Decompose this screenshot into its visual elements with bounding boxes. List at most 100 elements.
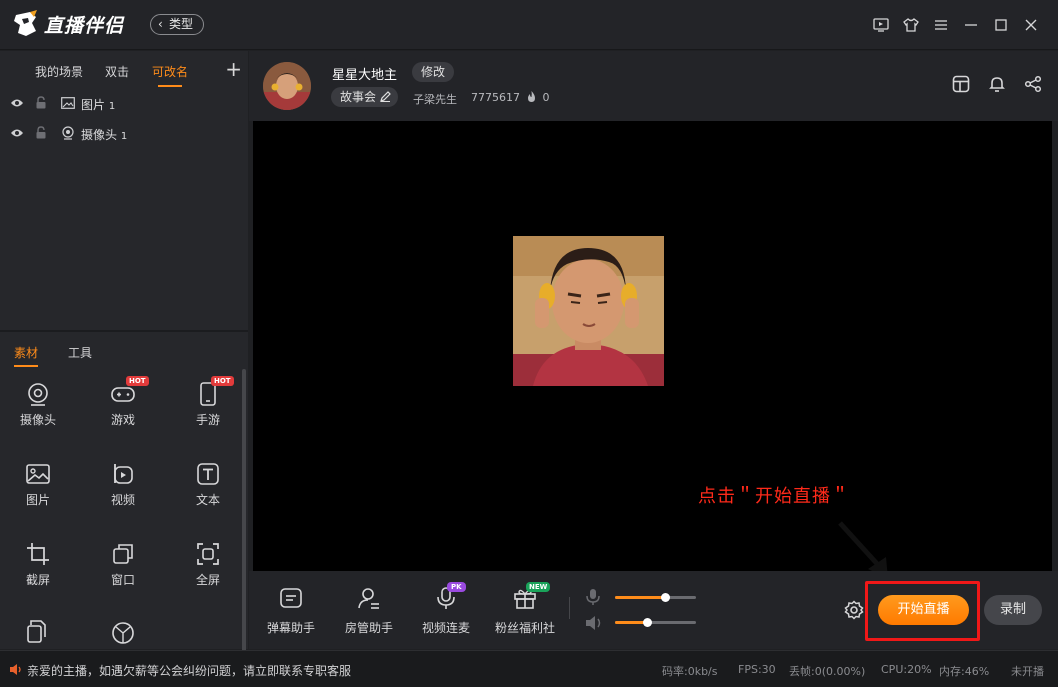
room-admin-button[interactable]: 房管助手 <box>345 585 393 636</box>
toolbar-divider <box>569 597 570 619</box>
bitrate-stat: 码率:0kb/s <box>662 665 718 678</box>
gamepad-icon: HOT <box>110 376 149 407</box>
maximize-icon[interactable] <box>986 14 1016 36</box>
tool-label: 房管助手 <box>345 621 394 635</box>
eye-icon[interactable] <box>10 97 24 111</box>
stream-preview[interactable]: 点击＂开始直播＂ <box>253 121 1052 579</box>
room-id: 7775617 <box>471 91 520 104</box>
tool-label: 视频连麦 <box>422 621 471 635</box>
tab-tools[interactable]: 工具 <box>68 344 92 361</box>
fullscreen-icon <box>195 541 221 567</box>
panel-divider[interactable] <box>0 330 248 332</box>
fan-benefits-button[interactable]: NEW 粉丝福利社 <box>495 582 556 636</box>
gift-icon: NEW <box>512 582 551 611</box>
material-label: 截屏 <box>25 573 50 587</box>
video-link-icon: PK <box>433 582 466 611</box>
streamer-header: 星星大地主 修改 故事会 子梁先生 7775617 0 <box>249 51 1058 121</box>
lock-icon[interactable] <box>35 126 47 142</box>
window-icon <box>110 541 136 567</box>
source-label: 图片 <box>81 97 106 112</box>
pencil-icon <box>380 87 391 108</box>
record-button[interactable]: 录制 <box>984 595 1042 625</box>
speaker-icon[interactable] <box>585 615 603 634</box>
material-label: 视频 <box>110 493 135 507</box>
heat-count: 0 <box>542 91 550 104</box>
bottom-toolbar: 弹幕助手 房管助手 PK 视频连麦 NEW 粉丝福利社 开始直播 录制 <box>249 571 1058 649</box>
lock-icon[interactable] <box>35 96 47 112</box>
eye-icon[interactable] <box>10 127 24 141</box>
material-video[interactable]: 视频 <box>83 461 163 521</box>
start-live-hint: 点击＂开始直播＂ <box>698 486 850 507</box>
source-index: 1 <box>120 130 128 142</box>
material-tabs: 素材 工具 <box>0 341 248 371</box>
material-text[interactable]: 文本 <box>168 461 248 521</box>
microphone-icon[interactable] <box>585 588 601 609</box>
speaker-notice-icon <box>9 663 23 679</box>
bell-icon[interactable] <box>988 75 1006 96</box>
layout-icon[interactable] <box>952 75 970 96</box>
material-label: 摄像头 <box>19 413 56 427</box>
category-button[interactable]: 故事会 <box>331 87 399 108</box>
logo-icon <box>10 9 40 39</box>
skin-icon[interactable] <box>896 14 926 36</box>
start-live-button[interactable]: 开始直播 <box>878 595 969 625</box>
add-scene-button[interactable]: + <box>225 57 242 81</box>
material-mobile-game[interactable]: HOT 手游 <box>168 376 248 441</box>
source-row-image[interactable]: 图片 1 <box>0 90 248 118</box>
camera-preview-image[interactable] <box>513 236 664 386</box>
material-label: 窗口 <box>110 573 135 587</box>
scene-tabs: 我的场景 双击 可改名 + <box>0 51 248 91</box>
type-button-label: 类型 <box>169 17 194 31</box>
source-row-camera[interactable]: 摄像头 1 <box>0 120 248 148</box>
material-fullscreen[interactable]: 全屏 <box>168 541 248 601</box>
tab-materials[interactable]: 素材 <box>14 344 39 367</box>
mic-volume-fill <box>615 596 666 599</box>
mic-volume-knob[interactable] <box>661 593 671 602</box>
notice-text[interactable]: 亲爱的主播，如遇欠薪等公会纠纷问题，请立即联系专职客服 <box>27 662 351 679</box>
share-icon[interactable] <box>1024 75 1042 96</box>
status-bar: 亲爱的主播，如遇欠薪等公会纠纷问题，请立即联系专职客服 码率:0kb/s FPS… <box>0 650 1058 687</box>
material-screenshot[interactable]: 截屏 <box>0 541 78 601</box>
tool-label: 粉丝福利社 <box>495 621 556 635</box>
material-game[interactable]: HOT 游戏 <box>83 376 163 441</box>
live-state: 未开播 <box>1011 665 1044 678</box>
avatar[interactable] <box>263 62 311 110</box>
hot-badge: HOT <box>126 376 149 386</box>
image-icon <box>61 96 75 112</box>
phone-icon: HOT <box>195 376 234 407</box>
danmaku-assistant-button[interactable]: 弹幕助手 <box>267 585 315 636</box>
material-image[interactable]: 图片 <box>0 461 78 521</box>
minimize-icon[interactable] <box>956 14 986 36</box>
source-name: 图片 1 <box>81 96 115 113</box>
edit-button[interactable]: 修改 <box>412 62 455 82</box>
speaker-volume-knob[interactable] <box>643 618 653 627</box>
camera-icon <box>25 381 51 407</box>
settings-icon[interactable] <box>844 600 864 623</box>
material-label: 游戏 <box>110 413 135 427</box>
document-icon <box>25 619 51 645</box>
speaker-volume-slider[interactable] <box>615 618 696 627</box>
material-window[interactable]: 窗口 <box>83 541 163 601</box>
type-button[interactable]: ‹ 类型 <box>150 14 205 35</box>
material-label: 文本 <box>195 493 220 507</box>
app-logo: 直播伴侣 <box>10 9 124 39</box>
dropped-frames-stat: 丢帧:0(0.00%) <box>789 665 866 678</box>
mic-volume-slider[interactable] <box>615 593 696 602</box>
menu-icon[interactable] <box>926 14 956 36</box>
tab-scene-renamable[interactable]: 可改名 <box>152 63 188 87</box>
close-icon[interactable] <box>1016 14 1046 36</box>
live-preview-icon[interactable] <box>866 14 896 36</box>
tab-scene-double-click[interactable]: 双击 <box>105 63 129 80</box>
material-scrollbar[interactable] <box>242 369 246 659</box>
hot-badge: HOT <box>211 376 234 386</box>
cpu-stat: CPU:20% <box>881 663 932 676</box>
video-link-button[interactable]: PK 视频连麦 <box>422 582 471 636</box>
tab-my-scenes[interactable]: 我的场景 <box>35 63 83 80</box>
material-label: 手游 <box>195 413 220 427</box>
material-label: 全屏 <box>195 573 220 587</box>
material-camera[interactable]: 摄像头 <box>0 381 78 441</box>
pk-badge: PK <box>447 582 466 592</box>
danmaku-icon <box>278 585 304 611</box>
aperture-icon <box>110 619 136 645</box>
camera-icon <box>61 125 75 143</box>
